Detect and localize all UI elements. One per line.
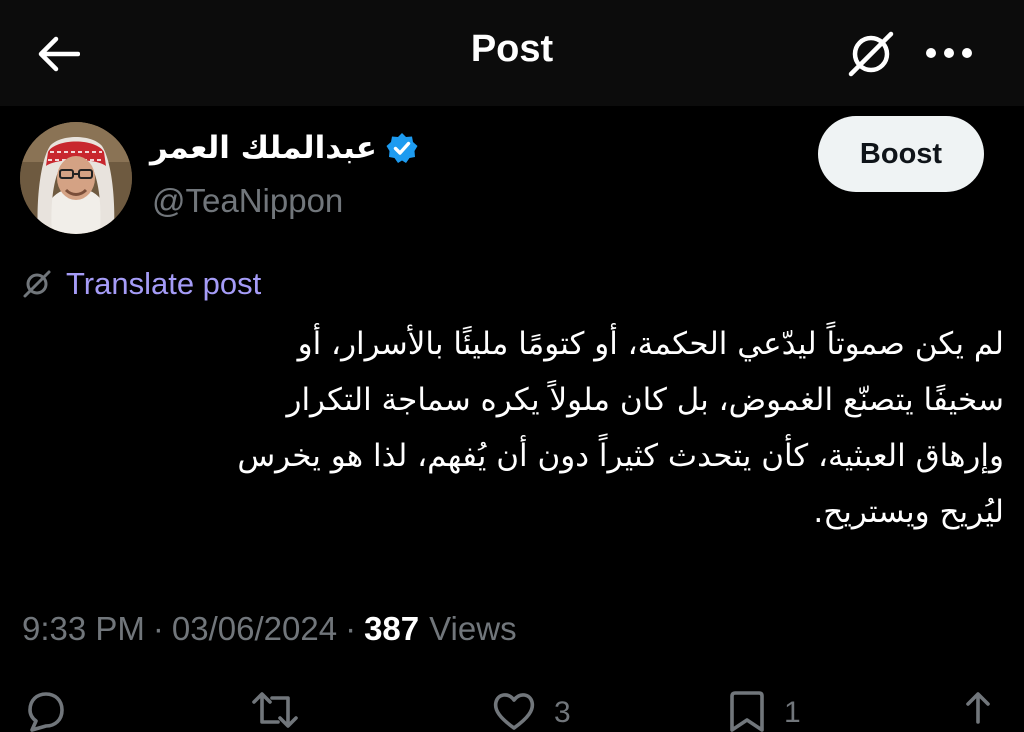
post-text-line: لم يكن صموتاً ليدّعي الحكمة، أو كتومًا م… (297, 326, 1004, 362)
post-action-bar: 3 1 (0, 688, 1024, 732)
meta-separator: · (152, 610, 164, 647)
post-text-line: وإرهاق العبثية، كأن يتحدث كثيراً دون أن … (237, 438, 1004, 474)
author-handle[interactable]: @TeaNippon (152, 182, 343, 220)
bookmark-icon (730, 691, 764, 732)
boost-button[interactable]: Boost (818, 116, 984, 192)
avatar-image (20, 122, 132, 234)
post-meta: 9:33 PM · 03/06/2024 · 387 Views (22, 610, 517, 648)
reply-icon (28, 692, 64, 732)
bookmark-button[interactable]: 1 (726, 688, 801, 732)
author-avatar[interactable] (20, 122, 132, 234)
heart-icon (493, 693, 535, 730)
share-button[interactable] (956, 688, 1000, 732)
like-count: 3 (554, 696, 571, 729)
views-label[interactable]: Views (429, 610, 516, 648)
post-text: لم يكن صموتاً ليدّعي الحكمة، أو كتومًا م… (20, 316, 1004, 540)
more-options-button[interactable] (918, 30, 980, 76)
reply-button[interactable] (22, 688, 70, 732)
repost-button[interactable] (248, 688, 302, 732)
grok-button[interactable] (842, 26, 900, 82)
post-text-line: ليُريح ويستريح. (813, 494, 1004, 530)
repost-icon (252, 692, 298, 728)
author-name-row[interactable]: عبدالملك العمر (150, 130, 419, 166)
share-icon (966, 692, 990, 724)
top-app-bar: Post (0, 0, 1024, 106)
more-horizontal-icon (926, 48, 972, 58)
post-time: 9:33 PM (22, 610, 145, 647)
post-text-line: سخيفًا يتصنّع الغموض، بل كان ملولاً يكره… (286, 382, 1004, 418)
views-count[interactable]: 387 (364, 610, 419, 648)
grok-translate-icon (23, 270, 51, 298)
translate-post-label[interactable]: Translate post (66, 266, 261, 302)
verified-badge-icon (386, 133, 418, 163)
like-button[interactable]: 3 (490, 688, 571, 732)
meta-separator: · (345, 610, 357, 647)
post-date: 03/06/2024 (171, 610, 338, 647)
bookmark-count: 1 (784, 696, 801, 729)
grok-icon (848, 31, 894, 77)
author-name[interactable]: عبدالملك العمر (150, 130, 377, 166)
translate-post-link[interactable]: Translate post (22, 266, 261, 302)
